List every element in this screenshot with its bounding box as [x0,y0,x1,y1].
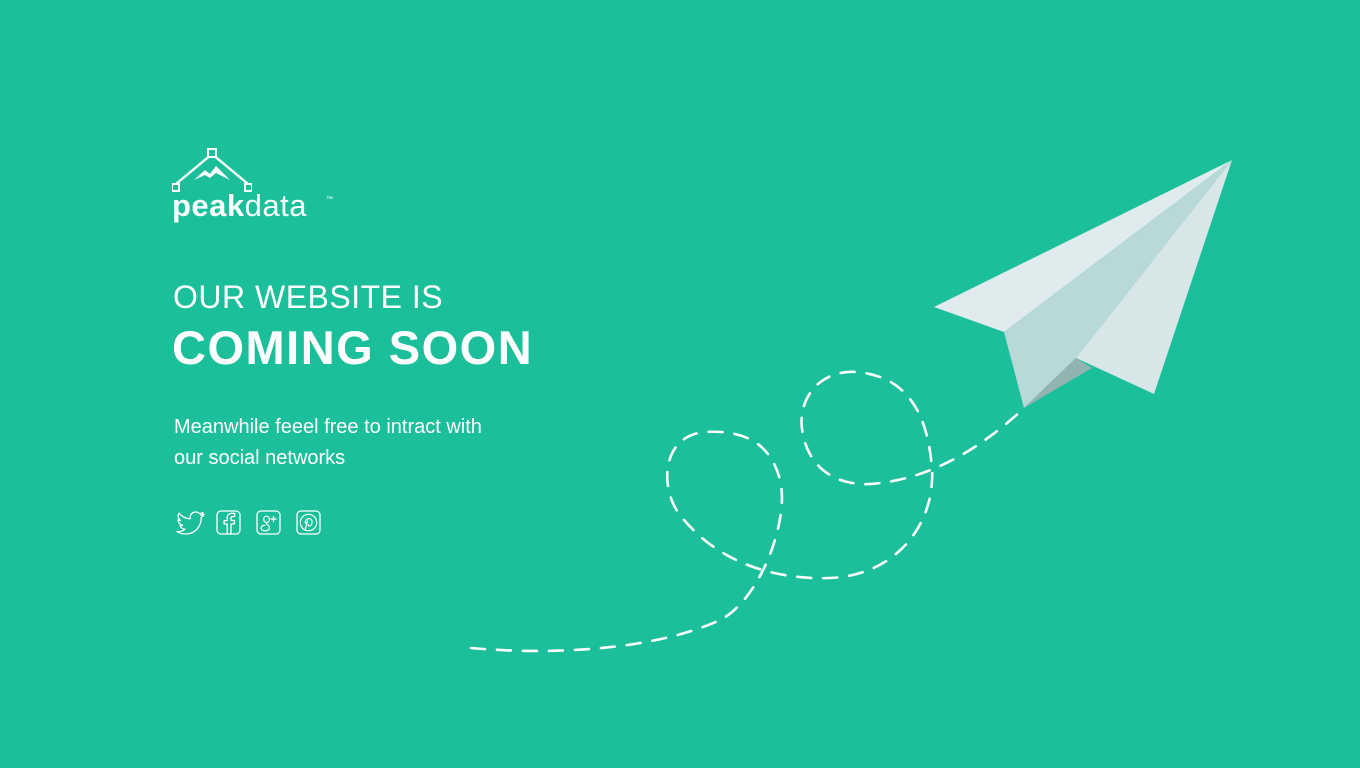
pinterest-icon [296,510,321,535]
facebook-icon [216,510,241,535]
facebook-link[interactable] [214,508,244,538]
tagline-line-2: our social networks [174,447,346,469]
brand-word-light: data [244,188,308,223]
dashed-flight-trail [469,370,1026,653]
mountain-peak-icon [172,148,252,192]
headline-intro: OUR WEBSITE IS [173,279,444,315]
logo[interactable]: peakdata ™ [172,146,342,228]
tagline-line-1: Meanwhile feeel free to intract with [174,416,482,438]
tagline: Meanwhile feeel free to intract with our… [174,412,534,474]
paper-plane-icon [934,160,1232,408]
twitter-link[interactable] [174,508,205,538]
paper-plane-illustration [469,160,1232,653]
trademark-symbol: ™ [326,196,334,203]
google-plus-icon [256,510,281,535]
social-links [174,508,324,538]
twitter-icon [176,511,205,535]
headline-main: COMING SOON [172,321,534,374]
brand-word-bold: peak [172,188,245,223]
coming-soon-page: peakdata ™ OUR WEBSITE IS COMING SOON Me… [0,0,1360,768]
pinterest-link[interactable] [294,508,324,538]
google-plus-link[interactable] [254,508,284,538]
brand-wordmark: peakdata [172,188,307,224]
